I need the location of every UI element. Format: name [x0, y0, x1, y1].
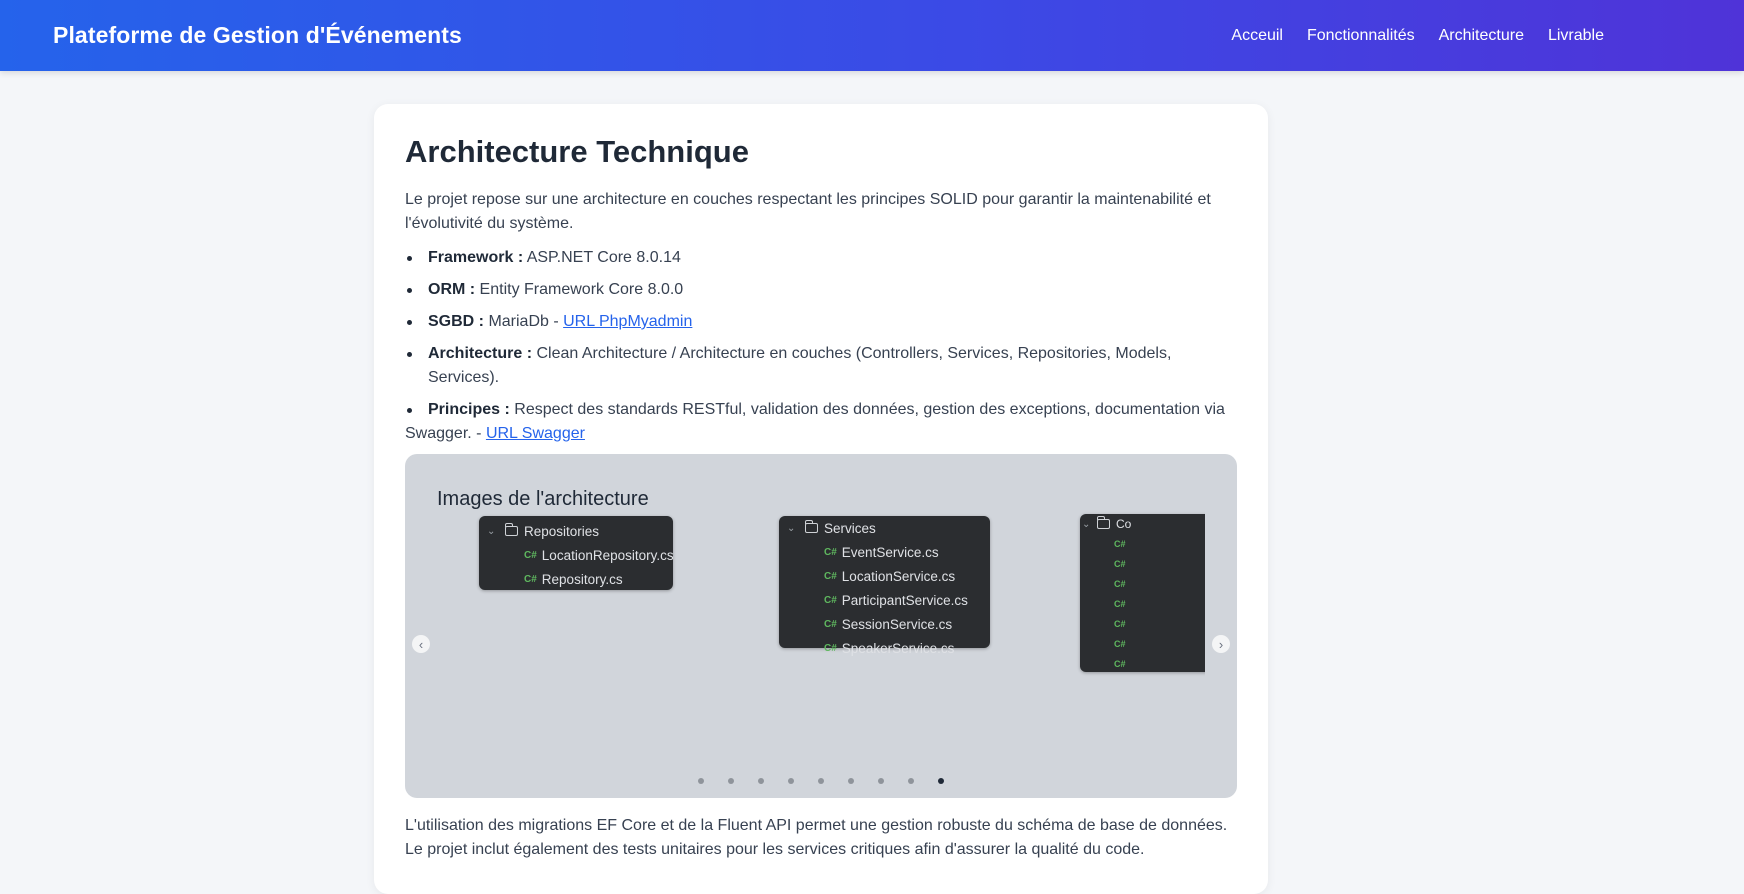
csharp-file-icon: C# [1114, 579, 1126, 589]
folder-icon [804, 520, 818, 533]
csharp-file-icon: C# [1114, 639, 1126, 649]
carousel-dot[interactable] [818, 778, 824, 784]
csharp-file-icon: C# [1114, 659, 1126, 669]
slide-repositories: ⌄ Repositories C# LocationRepository.cs C… [479, 516, 674, 591]
list-item-sgbd: SGBD : MariaDb - URL PhpMyadmin [405, 310, 1237, 334]
file-row: C# [1080, 554, 1205, 574]
csharp-file-icon: C# [824, 594, 837, 606]
tech-stack-list: Framework : ASP.NET Core 8.0.14 ORM : En… [405, 246, 1237, 446]
file-row: C# SpeakerService.cs [779, 636, 990, 660]
feature-label: Architecture : [428, 345, 533, 362]
file-name: LocationService.cs [841, 568, 956, 584]
feature-text: Clean Architecture / Architecture en cou… [428, 345, 1172, 386]
chevron-down-icon: ⌄ [787, 522, 796, 534]
outro-paragraph: L'utilisation des migrations EF Core et … [405, 817, 1228, 858]
carousel-indicators [405, 778, 1237, 784]
feature-label: Principes : [428, 401, 510, 418]
architecture-carousel: Images de l'architecture ⌄ Repositories … [405, 454, 1237, 798]
brand-title[interactable]: Plateforme de Gestion d'Événements [53, 22, 462, 49]
feature-text: MariaDb - [484, 313, 564, 330]
csharp-file-icon: C# [824, 642, 837, 654]
file-row: C# LocationService.cs [779, 564, 990, 588]
folder-row: ⌄ Co [1080, 514, 1205, 534]
feature-text: ASP.NET Core 8.0.14 [523, 249, 681, 266]
phpmyadmin-link[interactable]: URL PhpMyadmin [563, 313, 692, 330]
file-row: C# [1080, 614, 1205, 634]
chevron-down-icon: ⌄ [1082, 518, 1091, 530]
list-item-principes: Principes : Respect des standards RESTfu… [405, 398, 1237, 446]
list-item-orm: ORM : Entity Framework Core 8.0.0 [405, 278, 1237, 302]
chevron-right-icon: › [1218, 636, 1224, 652]
intro-paragraph: Le projet repose sur une architecture en… [405, 191, 1211, 232]
csharp-file-icon: C# [824, 618, 837, 630]
list-item-framework: Framework : ASP.NET Core 8.0.14 [405, 246, 1237, 270]
chevron-left-icon: ‹ [418, 636, 424, 652]
feature-label: ORM : [428, 281, 476, 298]
file-row: C# SessionService.cs [779, 612, 990, 636]
csharp-file-icon: C# [1114, 559, 1126, 569]
carousel-dot[interactable] [728, 778, 734, 784]
section-title: Architecture Technique [405, 134, 749, 169]
file-name: SessionService.cs [841, 616, 953, 632]
csharp-file-icon: C# [524, 573, 537, 585]
folder-row: ⌄ Repositories [479, 519, 673, 543]
slide-services: ⌄ Services C# EventService.cs C# LocationS… [779, 516, 990, 656]
file-row: C# LocationRepository.cs [479, 543, 674, 567]
folder-row: ⌄ Services [779, 516, 990, 540]
folder-icon [504, 523, 518, 536]
file-name: EventService.cs [841, 544, 939, 560]
file-name: Repository.cs [541, 571, 623, 587]
chevron-down-icon: ⌄ [487, 525, 496, 537]
nav-link-fonctionnalites[interactable]: Fonctionnalités [1307, 27, 1415, 45]
carousel-slides[interactable]: ⌄ Repositories C# LocationRepository.cs C… [405, 454, 1205, 798]
file-row: C# [1080, 634, 1205, 654]
folder-name: Co [1116, 517, 1132, 531]
feature-label: SGBD : [428, 313, 484, 330]
csharp-file-icon: C# [524, 549, 537, 561]
file-name: LocationRepository.cs [541, 547, 674, 563]
csharp-file-icon: C# [824, 570, 837, 582]
file-row: C# [1080, 654, 1205, 674]
slide-controllers-partial: ⌄ Co C# C# C# C# C# C# C# [1080, 514, 1205, 672]
carousel-next-button[interactable]: › [1212, 635, 1230, 653]
file-row: C# EventService.cs [779, 540, 990, 564]
file-row: C# ParticipantService.cs [779, 588, 990, 612]
feature-text: Entity Framework Core 8.0.0 [475, 281, 684, 298]
feature-label: Framework : [428, 249, 524, 266]
file-name: SpeakerService.cs [841, 640, 955, 656]
carousel-dot[interactable] [758, 778, 764, 784]
folder-name: Repositories [524, 523, 600, 539]
csharp-file-icon: C# [1114, 619, 1126, 629]
folder-icon [1096, 516, 1110, 529]
file-row: C# Repository.cs [479, 567, 673, 591]
file-row: C# [1080, 594, 1205, 614]
carousel-dot-active[interactable] [938, 778, 944, 784]
carousel-dot[interactable] [878, 778, 884, 784]
architecture-card: Architecture Technique Le projet repose … [374, 104, 1268, 894]
list-item-architecture: Architecture : Clean Architecture / Arch… [405, 342, 1237, 390]
nav-link-architecture[interactable]: Architecture [1439, 27, 1524, 45]
nav-link-accueil[interactable]: Acceuil [1231, 27, 1283, 45]
carousel-prev-button[interactable]: ‹ [412, 635, 430, 653]
folder-name: Services [824, 520, 876, 536]
csharp-file-icon: C# [1114, 539, 1126, 549]
top-navbar: Plateforme de Gestion d'Événements Acceu… [0, 0, 1744, 71]
csharp-file-icon: C# [824, 546, 837, 558]
carousel-dot[interactable] [788, 778, 794, 784]
main-nav: Acceuil Fonctionnalités Architecture Liv… [1231, 27, 1604, 45]
carousel-dot[interactable] [848, 778, 854, 784]
file-row: C# [1080, 534, 1205, 554]
csharp-file-icon: C# [1114, 599, 1126, 609]
carousel-dot[interactable] [908, 778, 914, 784]
file-row: C# [1080, 574, 1205, 594]
nav-link-livrable[interactable]: Livrable [1548, 27, 1604, 45]
carousel-dot[interactable] [698, 778, 704, 784]
swagger-link[interactable]: URL Swagger [486, 425, 585, 442]
file-name: ParticipantService.cs [841, 592, 968, 608]
